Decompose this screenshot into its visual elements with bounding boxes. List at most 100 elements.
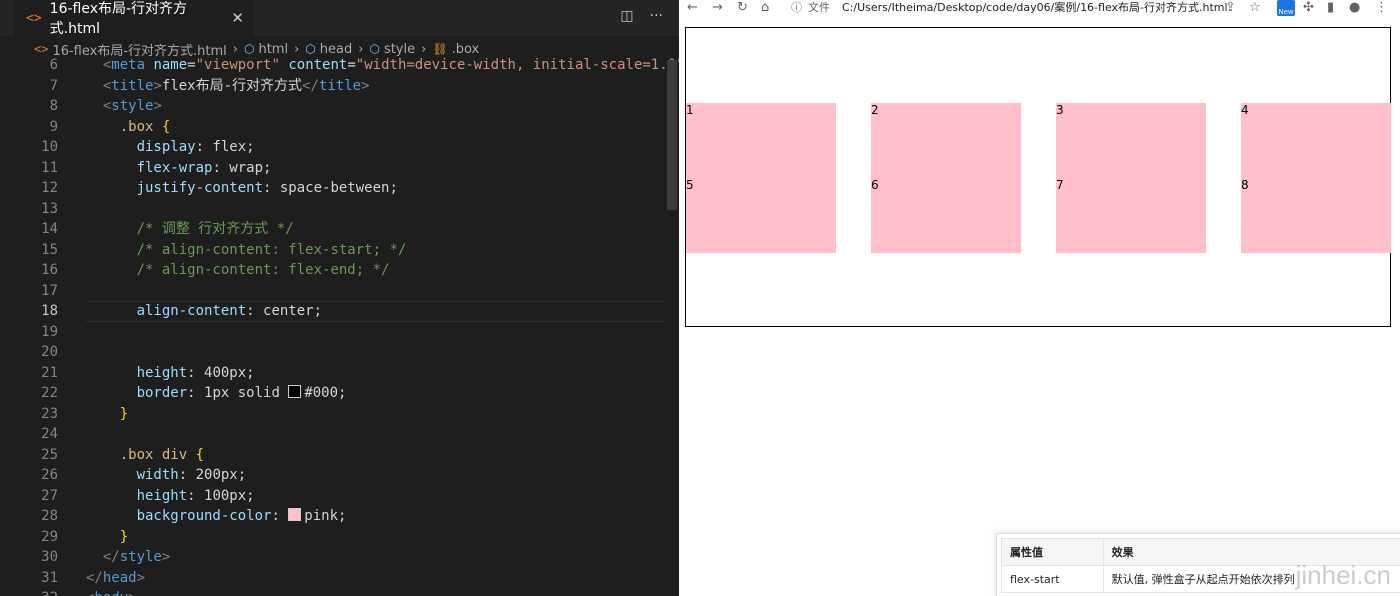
element-icon: ⬡ [305,42,316,56]
code-line: 20 [0,342,679,363]
code-line: 21 height: 400px; [0,363,679,384]
flex-item: 1 [686,103,836,178]
code-line: 32<body> [0,588,679,596]
code-line: 13 [0,199,679,220]
element-icon: ⬡ [369,42,380,56]
code-line: 27 height: 100px; [0,486,679,507]
property-table: 属性值 效果 flex-start 默认值, 弹性盒子从起点开始依次排列 jin… [996,533,1400,596]
line-number: 20 [41,344,58,360]
line-number: 32 [0,588,58,596]
flex-item-label: 3 [1056,103,1064,117]
element-icon: ⬡ [243,42,255,56]
line-number: 10 [41,139,58,155]
line-number: 31 [41,569,58,586]
code-line: 23 } [0,404,679,425]
bookmark-star-icon[interactable]: ☆ [1249,0,1261,16]
profile-icon[interactable]: ● [1349,0,1360,16]
flex-item: 8 [1241,178,1391,253]
line-number: 21 [41,364,58,381]
home-icon[interactable]: ⌂ [761,0,769,16]
html-file-icon: <> [34,42,49,56]
html-file-icon: <> [26,10,42,26]
code-line: 10 display: flex; [0,137,679,158]
flex-item: 2 [871,103,1021,178]
code-line: 25 .box div { [0,445,679,466]
code-line: 30 </style> [0,547,679,568]
line-number: 14 [41,221,58,237]
line-number: 30 [41,549,58,565]
line-number: 13 [41,200,58,217]
split-editor-icon[interactable]: ◫ [620,8,633,24]
address-label: 文件 [808,1,830,14]
reload-icon[interactable]: ↻ [737,0,748,16]
new-extension-icon[interactable]: New [1277,0,1295,16]
line-number: 8 [49,98,58,114]
code-line: 8 <style> [0,96,679,117]
code-line: 24 [0,424,679,445]
flex-item: 5 [686,178,836,253]
line-number: 12 [41,180,58,196]
line-number: 17 [41,282,58,299]
line-number: 23 [41,405,58,422]
line-number: 16 [41,262,58,278]
watermark: jinhei.cn [1295,560,1391,590]
code-line: 12 justify-content: space-between; [0,178,679,199]
browser-window: ← → ↻ ⌂ ⓘ 文件 C:/Users/Itheima/Desktop/code… [679,0,1400,596]
close-tab-icon[interactable]: ✕ [231,9,244,27]
menu-icon[interactable]: ⋮ [1375,0,1388,16]
forward-icon[interactable]: → [712,0,723,16]
more-actions-icon[interactable]: ··· [650,8,663,24]
url-text: C:/Users/Itheima/Desktop/code/day06/案例/1… [842,1,1228,14]
editor-scrollbar[interactable] [667,60,677,210]
flex-item-label: 7 [1056,178,1064,192]
editor-tab-title: 16-flex布局-行对齐方式.html [49,1,188,37]
side-panel-icon[interactable]: ▮ [1327,0,1334,16]
line-number: 28 [41,508,58,524]
line-number: 22 [41,385,58,401]
line-number: 18 [41,303,58,319]
line-number: 26 [41,467,58,483]
code-line: 28 background-color: pink; [0,506,679,527]
flex-item-label: 2 [871,103,879,117]
code-line-current: 18 align-content: center; [0,301,679,322]
flex-item: 3 [1056,103,1206,178]
line-number: 6 [49,57,58,73]
flex-item-label: 1 [686,103,694,117]
code-editor[interactable]: <> 16-flex布局-行对齐方式.html ✕ ◫ ··· <> 16-fl… [0,0,679,596]
table-cell: flex-start [1001,565,1104,593]
extensions-icon[interactable]: ✣ [1303,0,1314,16]
editor-tab-bar: <> 16-flex布局-行对齐方式.html ✕ ◫ ··· [0,0,679,37]
flex-item: 6 [871,178,1021,253]
code-line: 9 .box { [0,117,679,138]
code-line: 26 width: 200px; [0,465,679,486]
line-number: 11 [41,159,58,176]
code-line: 11 flex-wrap: wrap; [0,158,679,179]
line-number: 27 [41,487,58,504]
code-line: 7 <title>flex布局-行对齐方式</title> [0,76,679,97]
code-line: 15 /* align-content: flex-start; */ [0,240,679,261]
editor-tab[interactable]: <> 16-flex布局-行对齐方式.html ✕ [14,0,254,37]
flex-item-label: 8 [1241,178,1249,192]
line-number: 19 [41,323,58,340]
address-bar[interactable]: ⓘ 文件 C:/Users/Itheima/Desktop/code/day06/案… [791,0,1228,16]
share-icon[interactable]: ⇪ [1225,0,1236,16]
info-icon: ⓘ [791,1,802,14]
line-number: 25 [41,446,58,463]
color-swatch-black[interactable] [288,385,302,398]
code-line: 31 </head> [0,568,679,589]
code-line: 17 [0,281,679,302]
code-line: 22 border: 1px solid #000; [0,383,679,404]
line-number: 9 [49,118,58,135]
code-line: 14 /* 调整 行对齐方式 */ [0,219,679,240]
code-line: 16 /* align-content: flex-end; */ [0,260,679,281]
color-swatch-pink[interactable] [288,508,302,521]
code-area[interactable]: 6 <meta name="viewport" content="width=d… [0,55,679,596]
line-number: 7 [49,77,58,94]
back-icon[interactable]: ← [687,0,698,16]
table-header: 属性值 [1001,538,1104,566]
new-badge-label: New [1278,8,1294,16]
flex-item-label: 4 [1241,103,1249,117]
flex-item: 4 [1241,103,1391,178]
selector-icon: ⛓ [432,42,448,56]
code-line: 29 } [0,527,679,548]
